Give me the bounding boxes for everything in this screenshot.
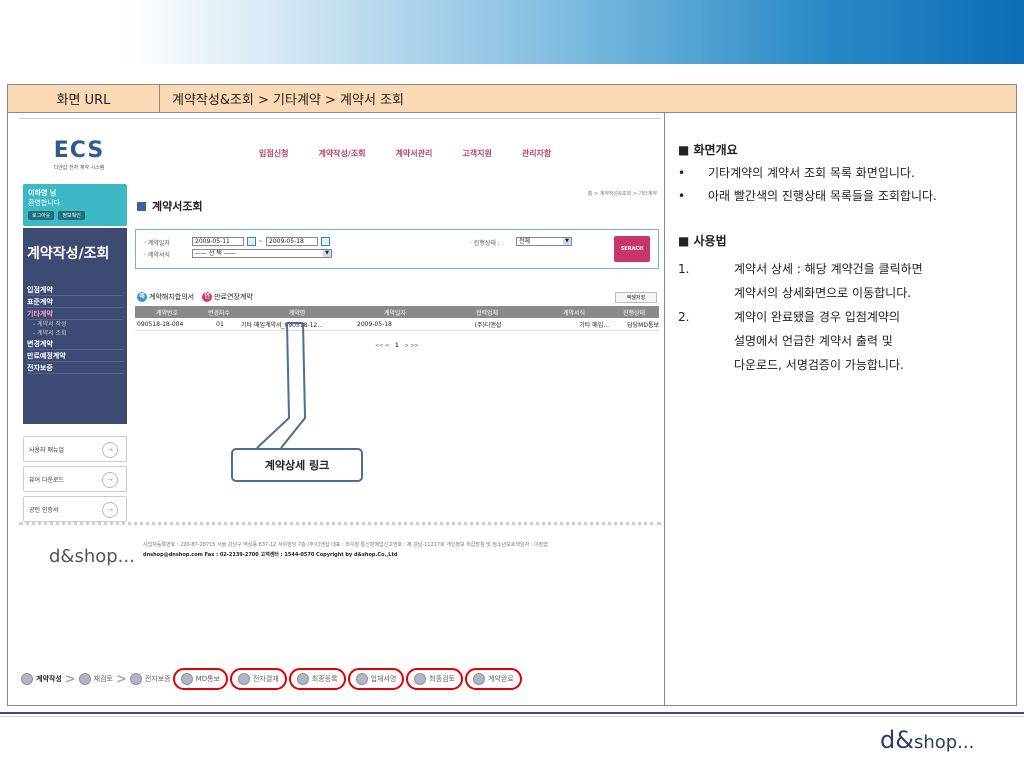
bottom-rule-thin bbox=[0, 716, 1024, 717]
footer-line1: 사업자등록번호 : 220-87-28715 서울 강남구 역삼동 837-12… bbox=[143, 542, 548, 548]
flow-arrow: > bbox=[113, 672, 130, 687]
usage-text: 다운로드, 서명검증이 가능합니다. bbox=[734, 358, 904, 372]
overview-title: ■ 화면개요 bbox=[678, 143, 738, 157]
flow-step: 최종검토 bbox=[406, 668, 464, 690]
usage-text: 계약서 상세 : 해당 계약건을 클릭하면 bbox=[734, 262, 923, 276]
usage-text: 설명에서 언급한 계약서 출력 및 bbox=[734, 334, 893, 348]
overview-text: 기타계약의 계약서 조회 목록 화면입니다. bbox=[708, 166, 915, 180]
screen-capture: ECS 디앤샵 전자 계약 시스템 입점신청 계약작성/조회 계약서관리 고객지… bbox=[19, 118, 661, 703]
document-icon bbox=[414, 673, 427, 685]
url-path: 계약작성&조회 > 기타계약 > 계약서 조회 bbox=[172, 93, 404, 108]
top-banner bbox=[0, 0, 1024, 64]
header-row: 화면 URL 계약작성&조회 > 기타계약 > 계약서 조회 bbox=[8, 85, 1016, 113]
flow-step: 계약완료 bbox=[465, 668, 522, 690]
usage-number: 1. bbox=[678, 262, 690, 276]
footer-info: 사업자등록번호 : 220-87-28715 서울 강남구 역삼동 837-12… bbox=[143, 540, 657, 560]
document-icon bbox=[129, 673, 142, 685]
brand-main: d& bbox=[880, 726, 914, 754]
flow-step-label: 업체서명 bbox=[370, 675, 397, 683]
footer-divider bbox=[19, 522, 661, 525]
flow-step-label: 전자결재 bbox=[252, 675, 279, 683]
flow-step-label: MD통보 bbox=[195, 675, 220, 683]
slide-frame: 화면 URL 계약작성&조회 > 기타계약 > 계약서 조회 ECS 디앤샵 전… bbox=[7, 84, 1017, 706]
flow-step-label: 재검토 bbox=[93, 675, 113, 683]
overview-item: • 기타계약의 계약서 조회 목록 화면입니다. bbox=[678, 166, 1008, 181]
overview-item: • 아래 빨간색의 진행상태 목록들을 조회합니다. bbox=[678, 189, 1008, 204]
process-flow: 계약작성 > 재검토 > 전자보증 MD통보 전자결재 최종등록 업체서명 최종검토 계약완료 bbox=[21, 664, 661, 694]
usage-item: 2. 계약이 완료됐을 경우 입점계약의 bbox=[678, 305, 1008, 329]
flow-arrow: > bbox=[62, 672, 79, 687]
flow-step: 최종등록 bbox=[288, 668, 346, 690]
flow-step-label: 계약작성 bbox=[36, 675, 62, 683]
document-icon bbox=[21, 673, 33, 685]
flow-step-label: 최종검토 bbox=[429, 675, 456, 683]
document-icon bbox=[237, 673, 250, 685]
flow-step: 업체서명 bbox=[347, 668, 405, 690]
usage-title: ■ 사용법 bbox=[678, 234, 727, 248]
flow-step-label: 계약완료 bbox=[488, 675, 514, 683]
usage-text: 계약이 완료됐을 경우 입점계약의 bbox=[734, 310, 901, 324]
flow-step: 전자보증 bbox=[129, 673, 171, 685]
bottom-rule bbox=[0, 712, 1024, 714]
detail-link-callout: 계약상세 링크 bbox=[231, 448, 363, 482]
overview-text: 아래 빨간색의 진행상태 목록들을 조회합니다. bbox=[708, 189, 937, 203]
usage-text: 계약서의 상세화면으로 이동합니다. bbox=[734, 286, 912, 300]
column-divider bbox=[664, 113, 665, 705]
flow-step-label: 최종등록 bbox=[311, 675, 338, 683]
document-icon bbox=[473, 673, 486, 685]
chevron-right-icon: > bbox=[116, 671, 127, 687]
url-label: 화면 URL bbox=[8, 85, 160, 112]
flow-step: 전자결재 bbox=[229, 668, 287, 690]
brand-logo: d&shop... bbox=[880, 726, 974, 754]
flow-step: 계약작성 bbox=[21, 673, 62, 685]
flow-step: MD통보 bbox=[172, 668, 228, 690]
usage-item: 1. 계약서 상세 : 해당 계약건을 클릭하면 bbox=[678, 257, 1008, 281]
document-icon bbox=[180, 673, 193, 685]
footer-logo: d&shop... bbox=[49, 546, 135, 567]
footer-line2: dnshop@dnshop.com Fax : 02-2139-2700 고객센… bbox=[143, 552, 398, 558]
document-icon bbox=[355, 673, 368, 685]
flow-step-label: 전자보증 bbox=[144, 675, 171, 683]
flow-step: 재검토 bbox=[78, 673, 113, 685]
description-panel: ■ 화면개요 • 기타계약의 계약서 조회 목록 화면입니다. • 아래 빨간색의 … bbox=[678, 141, 1008, 377]
usage-number: 2. bbox=[678, 310, 690, 324]
chevron-right-icon: > bbox=[64, 671, 76, 687]
brand-rest: shop... bbox=[913, 732, 975, 753]
document-icon bbox=[78, 673, 91, 685]
document-icon bbox=[296, 673, 309, 685]
